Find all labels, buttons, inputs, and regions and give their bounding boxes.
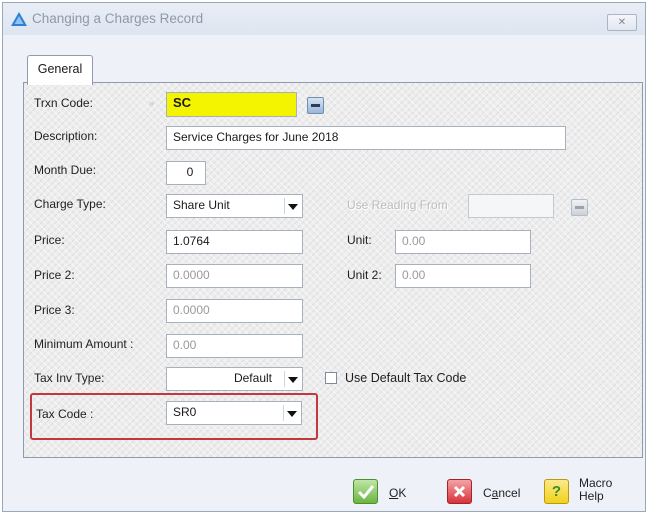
unit-label: Unit: (347, 233, 372, 247)
trxn-code-label: Trxn Code: (34, 96, 93, 110)
chevron-down-icon (284, 198, 300, 214)
unit2-label: Unit 2: (347, 268, 382, 282)
use-reading-from-lookup-button (571, 199, 588, 216)
charges-record-dialog: Changing a Charges Record ✕ General Trxn… (2, 2, 646, 512)
description-field[interactable]: Service Charges for June 2018 (166, 126, 566, 150)
trxn-code-field[interactable]: SC (166, 92, 297, 117)
ok-label: OK (389, 486, 407, 500)
trxn-code-lookup-button[interactable] (307, 97, 324, 114)
required-marker: » (149, 98, 155, 108)
price3-label: Price 3: (34, 303, 75, 317)
tax-code-select[interactable]: SR0 (166, 401, 302, 425)
macro-help-label: Macro Help (579, 476, 613, 503)
price3-field[interactable]: 0.0000 (166, 299, 303, 323)
tab-general[interactable]: General (27, 55, 93, 85)
chevron-down-icon (284, 371, 300, 387)
tax-code-label: Tax Code : (36, 407, 94, 421)
month-due-label: Month Due: (34, 163, 97, 177)
price-label: Price: (34, 233, 65, 247)
cancel-x-icon (447, 479, 472, 504)
tax-inv-type-select[interactable]: Default (166, 367, 303, 391)
chevron-down-icon (283, 405, 299, 421)
minimum-amount-label: Minimum Amount : (34, 337, 134, 351)
tax-code-value: SR0 (173, 405, 197, 419)
price-field[interactable]: 1.0764 (166, 230, 303, 254)
cancel-label: Cancel (483, 486, 521, 500)
use-default-tax-code-checkbox[interactable] (325, 372, 337, 384)
use-reading-from-label: Use Reading From (347, 198, 448, 212)
price2-label: Price 2: (34, 268, 75, 282)
help-question-icon: ? (544, 479, 569, 504)
unit2-field[interactable]: 0.00 (395, 264, 531, 288)
charge-type-label: Charge Type: (34, 197, 106, 211)
description-label: Description: (34, 129, 98, 143)
checkmark-icon (353, 479, 378, 504)
use-reading-from-field (468, 194, 554, 218)
charge-type-value: Share Unit (173, 198, 230, 212)
price2-field[interactable]: 0.0000 (166, 264, 303, 288)
close-icon: ✕ (617, 17, 627, 28)
charge-type-select[interactable]: Share Unit (166, 194, 303, 218)
use-default-tax-code-label: Use Default Tax Code (345, 371, 467, 385)
close-button[interactable]: ✕ (607, 14, 637, 31)
unit-field[interactable]: 0.00 (395, 230, 531, 254)
tax-inv-type-value: Default (233, 371, 272, 385)
month-due-field[interactable]: 0 (166, 161, 206, 185)
tax-inv-type-label: Tax Inv Type: (34, 371, 105, 385)
title-bar: Changing a Charges Record ✕ (3, 3, 645, 35)
minimum-amount-field[interactable]: 0.00 (166, 334, 303, 358)
window-title: Changing a Charges Record (32, 11, 204, 26)
app-triangle-icon (11, 12, 27, 26)
